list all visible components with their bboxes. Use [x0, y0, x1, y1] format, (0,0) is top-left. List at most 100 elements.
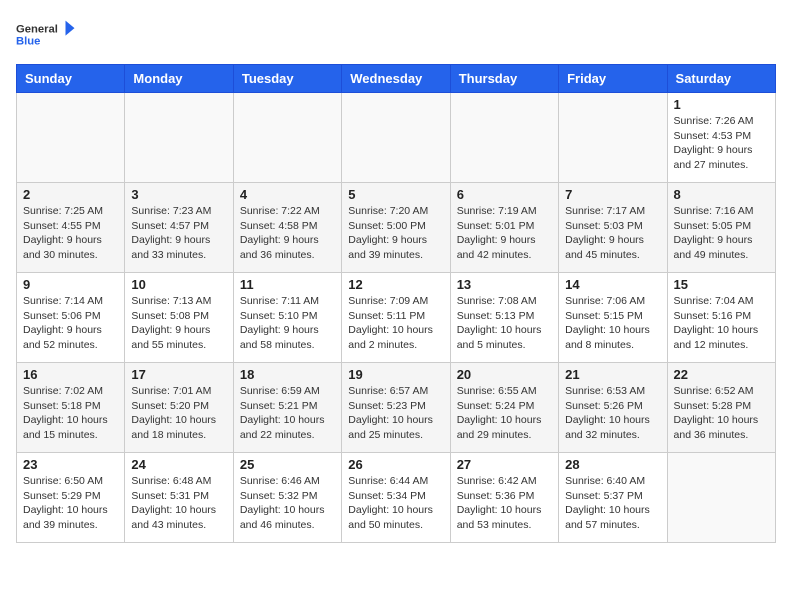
- day-info: Sunrise: 7:20 AM Sunset: 5:00 PM Dayligh…: [348, 204, 443, 263]
- calendar-cell: 11 Sunrise: 7:11 AM Sunset: 5:10 PM Dayli…: [233, 273, 341, 363]
- day-number: 10: [131, 277, 226, 292]
- day-number: 11: [240, 277, 335, 292]
- day-number: 5: [348, 187, 443, 202]
- column-header-friday: Friday: [559, 65, 667, 93]
- calendar-cell: 4 Sunrise: 7:22 AM Sunset: 4:58 PM Daylig…: [233, 183, 341, 273]
- day-number: 21: [565, 367, 660, 382]
- day-info: Sunrise: 6:57 AM Sunset: 5:23 PM Dayligh…: [348, 384, 443, 443]
- day-number: 2: [23, 187, 118, 202]
- day-info: Sunrise: 7:04 AM Sunset: 5:16 PM Dayligh…: [674, 294, 769, 353]
- day-info: Sunrise: 7:13 AM Sunset: 5:08 PM Dayligh…: [131, 294, 226, 353]
- day-info: Sunrise: 7:06 AM Sunset: 5:15 PM Dayligh…: [565, 294, 660, 353]
- header: General Blue: [16, 16, 776, 56]
- calendar-header-row: SundayMondayTuesdayWednesdayThursdayFrid…: [17, 65, 776, 93]
- day-info: Sunrise: 6:59 AM Sunset: 5:21 PM Dayligh…: [240, 384, 335, 443]
- day-info: Sunrise: 6:40 AM Sunset: 5:37 PM Dayligh…: [565, 474, 660, 533]
- day-info: Sunrise: 7:22 AM Sunset: 4:58 PM Dayligh…: [240, 204, 335, 263]
- calendar-table: SundayMondayTuesdayWednesdayThursdayFrid…: [16, 64, 776, 543]
- calendar-cell: 25 Sunrise: 6:46 AM Sunset: 5:32 PM Dayli…: [233, 453, 341, 543]
- calendar-cell: 19 Sunrise: 6:57 AM Sunset: 5:23 PM Dayli…: [342, 363, 450, 453]
- day-info: Sunrise: 6:55 AM Sunset: 5:24 PM Dayligh…: [457, 384, 552, 443]
- day-number: 6: [457, 187, 552, 202]
- day-number: 3: [131, 187, 226, 202]
- calendar-cell: [450, 93, 558, 183]
- day-number: 8: [674, 187, 769, 202]
- day-number: 25: [240, 457, 335, 472]
- day-info: Sunrise: 6:44 AM Sunset: 5:34 PM Dayligh…: [348, 474, 443, 533]
- day-number: 12: [348, 277, 443, 292]
- day-info: Sunrise: 6:46 AM Sunset: 5:32 PM Dayligh…: [240, 474, 335, 533]
- calendar-cell: 22 Sunrise: 6:52 AM Sunset: 5:28 PM Dayli…: [667, 363, 775, 453]
- day-number: 22: [674, 367, 769, 382]
- day-number: 7: [565, 187, 660, 202]
- day-number: 28: [565, 457, 660, 472]
- day-number: 24: [131, 457, 226, 472]
- calendar-cell: 16 Sunrise: 7:02 AM Sunset: 5:18 PM Dayli…: [17, 363, 125, 453]
- day-number: 9: [23, 277, 118, 292]
- day-info: Sunrise: 7:09 AM Sunset: 5:11 PM Dayligh…: [348, 294, 443, 353]
- day-number: 26: [348, 457, 443, 472]
- calendar-cell: 7 Sunrise: 7:17 AM Sunset: 5:03 PM Daylig…: [559, 183, 667, 273]
- day-info: Sunrise: 7:14 AM Sunset: 5:06 PM Dayligh…: [23, 294, 118, 353]
- calendar-cell: 15 Sunrise: 7:04 AM Sunset: 5:16 PM Dayli…: [667, 273, 775, 363]
- calendar-cell: 3 Sunrise: 7:23 AM Sunset: 4:57 PM Daylig…: [125, 183, 233, 273]
- calendar-cell: 18 Sunrise: 6:59 AM Sunset: 5:21 PM Dayli…: [233, 363, 341, 453]
- day-number: 19: [348, 367, 443, 382]
- calendar-cell: [559, 93, 667, 183]
- calendar-cell: 5 Sunrise: 7:20 AM Sunset: 5:00 PM Daylig…: [342, 183, 450, 273]
- calendar-cell: 23Sunrise: 6:50 AM Sunset: 5:29 PM Dayli…: [17, 453, 125, 543]
- day-info: Sunrise: 7:26 AM Sunset: 4:53 PM Dayligh…: [674, 114, 769, 173]
- calendar-cell: [125, 93, 233, 183]
- column-header-monday: Monday: [125, 65, 233, 93]
- calendar-cell: 28 Sunrise: 6:40 AM Sunset: 5:37 PM Dayli…: [559, 453, 667, 543]
- calendar-week-5: 23Sunrise: 6:50 AM Sunset: 5:29 PM Dayli…: [17, 453, 776, 543]
- day-number: 4: [240, 187, 335, 202]
- calendar-week-4: 16 Sunrise: 7:02 AM Sunset: 5:18 PM Dayli…: [17, 363, 776, 453]
- day-info: Sunrise: 6:53 AM Sunset: 5:26 PM Dayligh…: [565, 384, 660, 443]
- calendar-cell: 1 Sunrise: 7:26 AM Sunset: 4:53 PM Daylig…: [667, 93, 775, 183]
- day-number: 13: [457, 277, 552, 292]
- calendar-cell: [17, 93, 125, 183]
- column-header-thursday: Thursday: [450, 65, 558, 93]
- calendar-week-1: 1 Sunrise: 7:26 AM Sunset: 4:53 PM Daylig…: [17, 93, 776, 183]
- calendar-cell: 27 Sunrise: 6:42 AM Sunset: 5:36 PM Dayli…: [450, 453, 558, 543]
- day-info: Sunrise: 6:50 AM Sunset: 5:29 PM Dayligh…: [23, 474, 118, 533]
- calendar-cell: 24 Sunrise: 6:48 AM Sunset: 5:31 PM Dayli…: [125, 453, 233, 543]
- day-info: Sunrise: 7:08 AM Sunset: 5:13 PM Dayligh…: [457, 294, 552, 353]
- day-info: Sunrise: 6:48 AM Sunset: 5:31 PM Dayligh…: [131, 474, 226, 533]
- day-info: Sunrise: 7:02 AM Sunset: 5:18 PM Dayligh…: [23, 384, 118, 443]
- svg-text:General: General: [16, 24, 58, 36]
- column-header-saturday: Saturday: [667, 65, 775, 93]
- day-info: Sunrise: 7:23 AM Sunset: 4:57 PM Dayligh…: [131, 204, 226, 263]
- day-number: 20: [457, 367, 552, 382]
- calendar-cell: [233, 93, 341, 183]
- day-info: Sunrise: 7:01 AM Sunset: 5:20 PM Dayligh…: [131, 384, 226, 443]
- calendar-cell: 26 Sunrise: 6:44 AM Sunset: 5:34 PM Dayli…: [342, 453, 450, 543]
- day-info: Sunrise: 6:52 AM Sunset: 5:28 PM Dayligh…: [674, 384, 769, 443]
- day-number: 15: [674, 277, 769, 292]
- logo: General Blue: [16, 16, 76, 56]
- calendar-cell: 21 Sunrise: 6:53 AM Sunset: 5:26 PM Dayli…: [559, 363, 667, 453]
- calendar-cell: 8Sunrise: 7:16 AM Sunset: 5:05 PM Daylig…: [667, 183, 775, 273]
- column-header-tuesday: Tuesday: [233, 65, 341, 93]
- day-info: Sunrise: 6:42 AM Sunset: 5:36 PM Dayligh…: [457, 474, 552, 533]
- svg-text:Blue: Blue: [16, 36, 40, 48]
- calendar-cell: [667, 453, 775, 543]
- column-header-wednesday: Wednesday: [342, 65, 450, 93]
- day-info: Sunrise: 7:17 AM Sunset: 5:03 PM Dayligh…: [565, 204, 660, 263]
- day-number: 17: [131, 367, 226, 382]
- day-number: 16: [23, 367, 118, 382]
- day-number: 18: [240, 367, 335, 382]
- calendar-cell: 20 Sunrise: 6:55 AM Sunset: 5:24 PM Dayli…: [450, 363, 558, 453]
- calendar-week-3: 9 Sunrise: 7:14 AM Sunset: 5:06 PM Daylig…: [17, 273, 776, 363]
- calendar-cell: 10 Sunrise: 7:13 AM Sunset: 5:08 PM Dayli…: [125, 273, 233, 363]
- calendar-cell: 13 Sunrise: 7:08 AM Sunset: 5:13 PM Dayli…: [450, 273, 558, 363]
- calendar-cell: 17 Sunrise: 7:01 AM Sunset: 5:20 PM Dayli…: [125, 363, 233, 453]
- day-info: Sunrise: 7:25 AM Sunset: 4:55 PM Dayligh…: [23, 204, 118, 263]
- day-number: 1: [674, 97, 769, 112]
- day-info: Sunrise: 7:11 AM Sunset: 5:10 PM Dayligh…: [240, 294, 335, 353]
- day-number: 14: [565, 277, 660, 292]
- day-number: 27: [457, 457, 552, 472]
- calendar-cell: [342, 93, 450, 183]
- column-header-sunday: Sunday: [17, 65, 125, 93]
